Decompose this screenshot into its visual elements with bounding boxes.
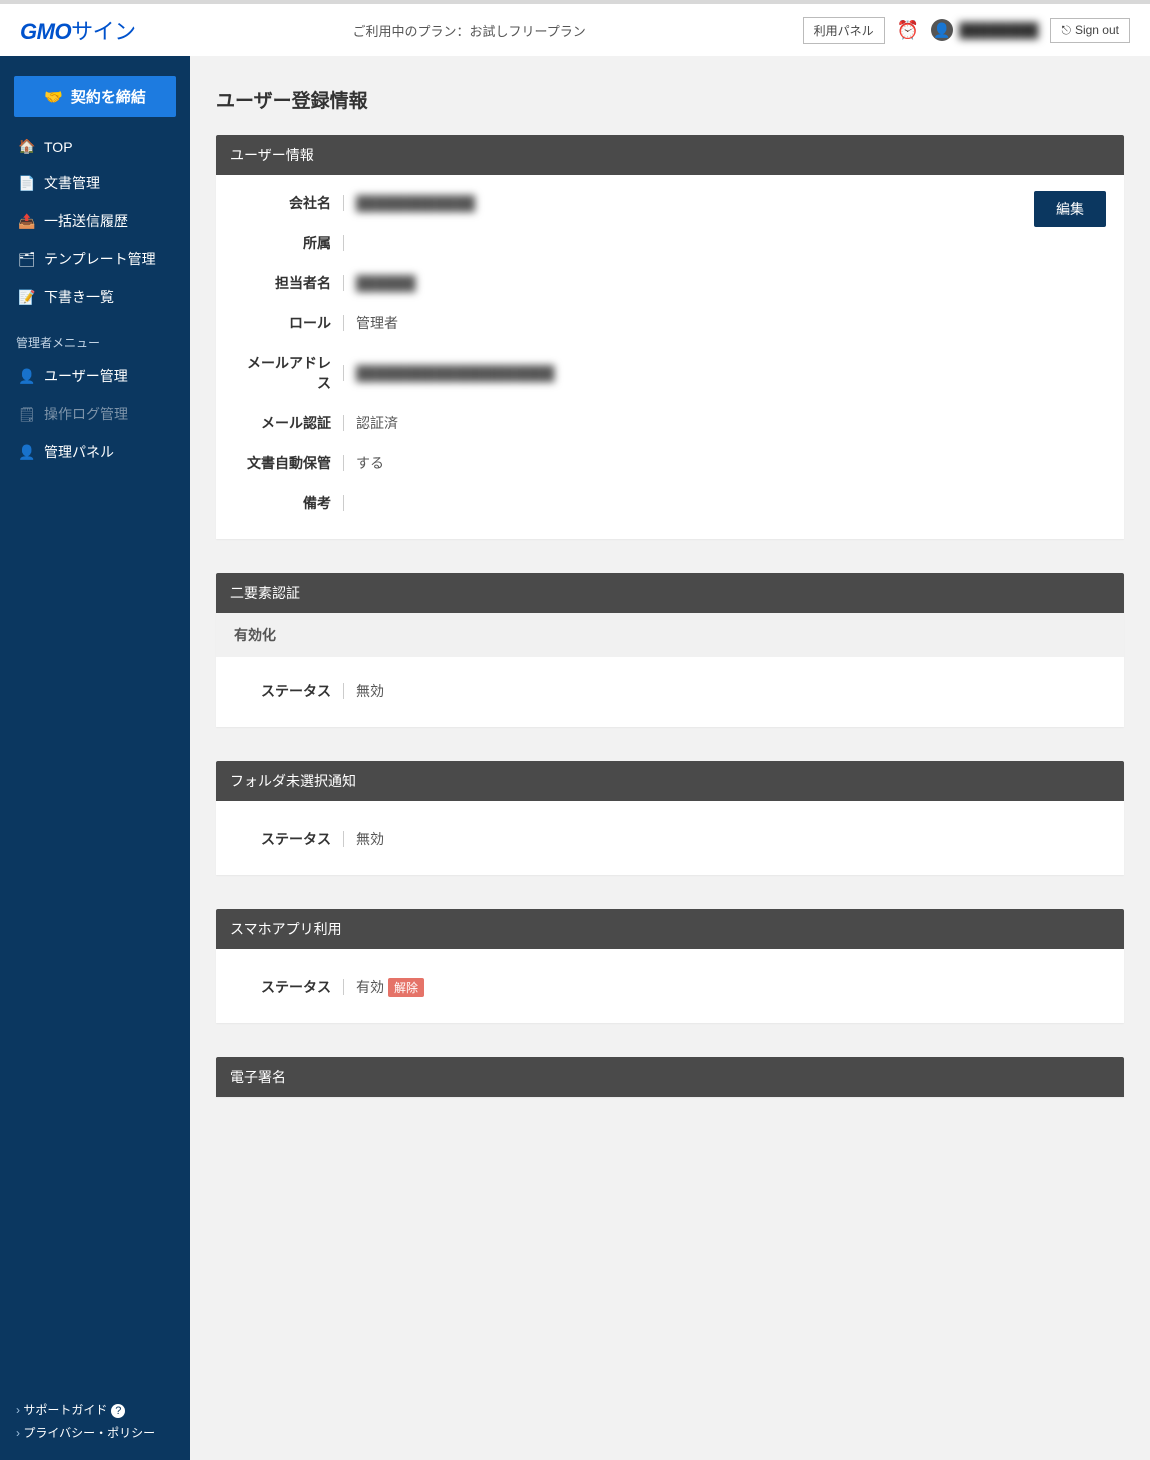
- row-auto-archive: 文書自動保管 する: [236, 453, 1104, 473]
- account-name: ████████: [959, 22, 1038, 38]
- sidebar-footer: サポートガイド? プライバシー・ポリシー: [0, 1388, 190, 1460]
- sidebar-item-op-log[interactable]: 🗒 操作ログ管理: [0, 395, 190, 433]
- draft-icon: 📝: [18, 289, 34, 306]
- sidebar-item-user-mgmt[interactable]: 👤 ユーザー管理: [0, 357, 190, 395]
- esign-header: 電子署名: [216, 1057, 1124, 1097]
- privacy-policy-link[interactable]: プライバシー・ポリシー: [16, 1421, 174, 1444]
- sidebar-item-label: ユーザー管理: [44, 366, 128, 386]
- folder-notify-card: フォルダ未選択通知 ステータス 無効: [216, 761, 1124, 875]
- sidebar: 🤝 契約を締結 🏠 TOP 📄 文書管理 📤 一括送信履歴 🗂 テンプレート管理…: [0, 56, 190, 1460]
- app-use-status-row: ステータス 有効解除: [236, 977, 1104, 997]
- esign-card: 電子署名: [216, 1057, 1124, 1097]
- plan-text: ご利用中のプラン：お試しフリープラン: [148, 21, 791, 40]
- sidebar-admin-label: 管理者メニュー: [0, 316, 190, 357]
- signout-button[interactable]: ⎋ Sign out: [1050, 18, 1130, 43]
- panel-icon: 👤: [18, 444, 34, 461]
- sidebar-item-label: テンプレート管理: [44, 249, 156, 269]
- sidebar-item-label: 文書管理: [44, 173, 100, 193]
- app-header: GMOサイン ご利用中のプラン：お試しフリープラン 利用パネル ⏰ 👤 ████…: [0, 0, 1150, 56]
- folder-notify-status-row: ステータス 無効: [236, 829, 1104, 849]
- document-icon: 📄: [18, 175, 34, 192]
- sidebar-item-drafts[interactable]: 📝 下書き一覧: [0, 278, 190, 316]
- twofa-subheader: 有効化: [216, 613, 1124, 657]
- sidebar-item-label: 下書き一覧: [44, 287, 114, 307]
- user-info-card: ユーザー情報 編集 会社名 ████████████ 所属 担当者名 █████…: [216, 135, 1124, 539]
- contract-button[interactable]: 🤝 契約を締結: [14, 76, 176, 117]
- row-email: メールアドレス ████████████████████: [236, 353, 1104, 393]
- user-info-header: ユーザー情報: [216, 135, 1124, 175]
- twofa-card: 二要素認証 有効化 ステータス 無効: [216, 573, 1124, 727]
- app-use-header: スマホアプリ利用: [216, 909, 1124, 949]
- signout-icon: ⎋: [1061, 23, 1071, 38]
- sidebar-item-label: 操作ログ管理: [44, 404, 128, 424]
- avatar-icon: 👤: [931, 19, 953, 41]
- sidebar-item-label: 管理パネル: [44, 442, 114, 462]
- alarm-icon[interactable]: ⏰: [897, 20, 919, 41]
- sidebar-item-documents[interactable]: 📄 文書管理: [0, 164, 190, 202]
- sidebar-item-templates[interactable]: 🗂 テンプレート管理: [0, 240, 190, 278]
- sidebar-item-admin-panel[interactable]: 👤 管理パネル: [0, 433, 190, 471]
- app-logo: GMOサイン: [20, 14, 136, 46]
- template-icon: 🗂: [18, 251, 34, 268]
- account-menu[interactable]: 👤 ████████: [931, 19, 1038, 41]
- support-guide-link[interactable]: サポートガイド?: [16, 1398, 174, 1421]
- page-title: ユーザー登録情報: [216, 86, 1124, 113]
- sidebar-item-label: TOP: [44, 139, 73, 155]
- twofa-status-row: ステータス 無効: [236, 681, 1104, 701]
- row-dept: 所属: [236, 233, 1104, 253]
- folder-notify-header: フォルダ未選択通知: [216, 761, 1124, 801]
- row-company: 会社名 ████████████: [236, 193, 1104, 213]
- sidebar-item-bulk-send[interactable]: 📤 一括送信履歴: [0, 202, 190, 240]
- row-email-verified: メール認証 認証済: [236, 413, 1104, 433]
- usage-panel-button[interactable]: 利用パネル: [803, 17, 885, 44]
- send-icon: 📤: [18, 213, 34, 230]
- handshake-icon: 🤝: [44, 88, 63, 106]
- revoke-tag[interactable]: 解除: [388, 978, 424, 997]
- sidebar-item-top[interactable]: 🏠 TOP: [0, 129, 190, 164]
- help-icon: ?: [111, 1404, 125, 1418]
- row-person: 担当者名 ██████: [236, 273, 1104, 293]
- sidebar-item-label: 一括送信履歴: [44, 211, 128, 231]
- log-icon: 🗒: [18, 406, 34, 423]
- row-role: ロール 管理者: [236, 313, 1104, 333]
- edit-button[interactable]: 編集: [1034, 191, 1106, 227]
- main-content: ユーザー登録情報 ユーザー情報 編集 会社名 ████████████ 所属 担…: [190, 56, 1150, 1460]
- row-note: 備考: [236, 493, 1104, 513]
- user-icon: 👤: [18, 368, 34, 385]
- twofa-header: 二要素認証: [216, 573, 1124, 613]
- app-use-card: スマホアプリ利用 ステータス 有効解除: [216, 909, 1124, 1023]
- home-icon: 🏠: [18, 138, 34, 155]
